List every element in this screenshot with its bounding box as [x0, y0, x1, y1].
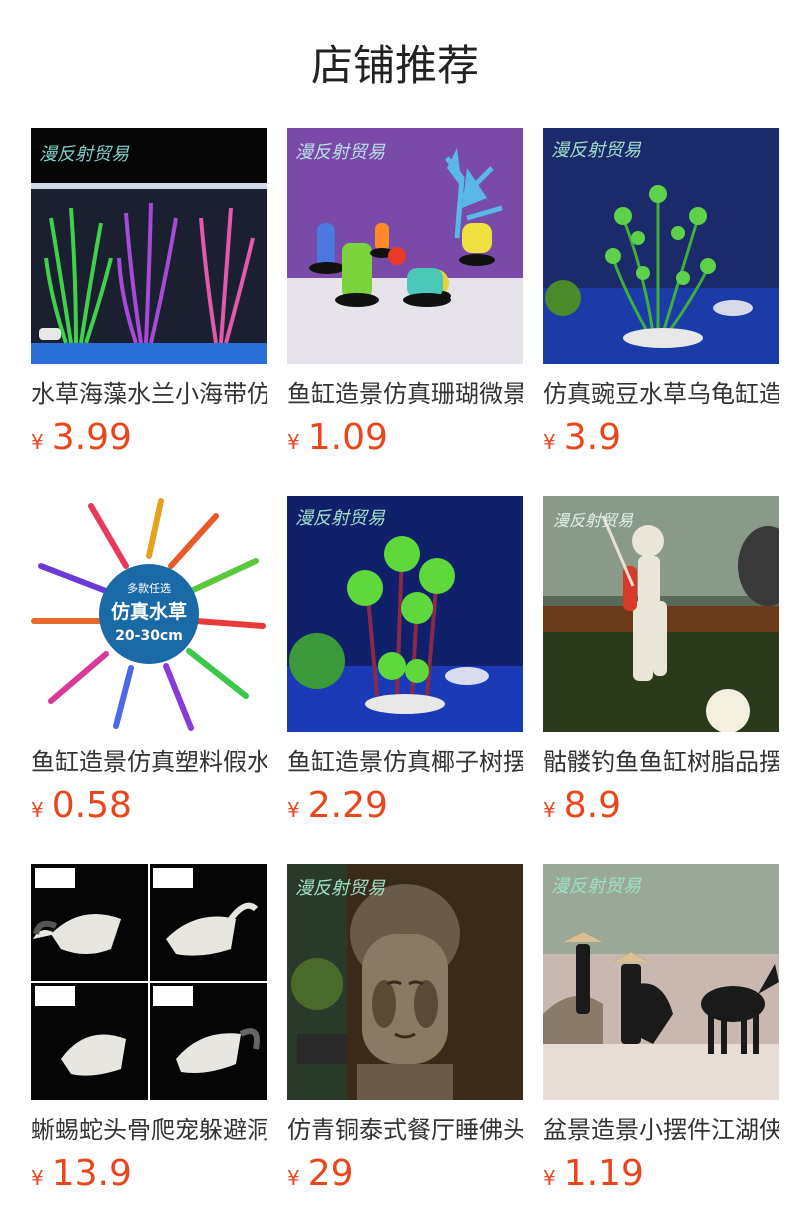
watermark-text: 漫反射贸易 [553, 511, 634, 530]
currency-symbol: ¥ [287, 1166, 300, 1190]
product-image[interactable]: 漫反射贸易 [543, 128, 779, 364]
product-name[interactable]: 仿青铜泰式餐厅睡佛头 [287, 1114, 523, 1146]
price-amount: 1.19 [563, 1153, 644, 1194]
product-price: ¥13.9 [31, 1152, 132, 1196]
price-amount: 0.58 [51, 785, 132, 826]
watermark-text: 漫反射贸易 [39, 144, 130, 165]
price-amount: 29 [307, 1153, 354, 1194]
product-name[interactable]: 鱼缸造景仿真珊瑚微景 [287, 378, 523, 410]
badge-line-1: 多款任选 [127, 581, 171, 595]
currency-symbol: ¥ [543, 1166, 556, 1190]
product-price: ¥3.99 [31, 416, 132, 460]
product-price: ¥3.9 [543, 416, 621, 460]
product-price: ¥29 [287, 1152, 354, 1196]
watermark-text: 漫反射贸易 [295, 142, 386, 163]
watermark-text: 漫反射贸易 [551, 876, 642, 897]
product-price: ¥1.19 [543, 1152, 644, 1196]
currency-symbol: ¥ [287, 430, 300, 454]
currency-symbol: ¥ [31, 430, 44, 454]
watermark-text: 漫反射贸易 [295, 878, 386, 899]
product-image[interactable]: 漫反射贸易 [543, 496, 779, 732]
product-name[interactable]: 蜥蜴蛇头骨爬宠躲避洞 [31, 1114, 267, 1146]
product-image[interactable]: 漫反射贸易 [287, 496, 523, 732]
product-price: ¥2.29 [287, 784, 388, 828]
product-price: ¥0.58 [31, 784, 132, 828]
currency-symbol: ¥ [31, 1166, 44, 1190]
product-price: ¥8.9 [543, 784, 621, 828]
product-name[interactable]: 仿真豌豆水草乌龟缸造 [543, 378, 779, 410]
product-name[interactable]: 水草海藻水兰小海带仿 [31, 378, 267, 410]
product-name[interactable]: 鱼缸造景仿真塑料假水 [31, 746, 267, 778]
product-name[interactable]: 骷髅钓鱼鱼缸树脂品摆 [543, 746, 779, 778]
price-amount: 8.9 [563, 785, 621, 826]
product-image[interactable]: 漫反射贸易 [287, 864, 523, 1100]
product-image[interactable] [31, 864, 267, 1100]
product-name[interactable]: 鱼缸造景仿真椰子树摆 [287, 746, 523, 778]
product-price: ¥1.09 [287, 416, 388, 460]
watermark-text: 漫反射贸易 [295, 508, 386, 529]
currency-symbol: ¥ [543, 430, 556, 454]
product-name[interactable]: 盆景造景小摆件江湖侠 [543, 1114, 779, 1146]
product-image[interactable]: 多款任选 仿真水草 20-30cm [31, 496, 267, 732]
currency-symbol: ¥ [287, 798, 300, 822]
price-amount: 1.09 [307, 417, 388, 458]
price-amount: 2.29 [307, 785, 388, 826]
product-image[interactable]: 漫反射贸易 [287, 128, 523, 364]
product-image[interactable]: 漫反射贸易 [543, 864, 779, 1100]
price-amount: 3.9 [563, 417, 621, 458]
badge-line-2: 仿真水草 [111, 600, 187, 623]
page-title: 店铺推荐 [310, 41, 479, 90]
currency-symbol: ¥ [543, 798, 556, 822]
product-image[interactable]: 漫反射贸易 [31, 128, 267, 364]
currency-symbol: ¥ [31, 798, 44, 822]
badge-line-3: 20-30cm [115, 628, 183, 644]
watermark-text: 漫反射贸易 [551, 140, 642, 161]
price-amount: 13.9 [51, 1153, 132, 1194]
price-amount: 3.99 [51, 417, 132, 458]
